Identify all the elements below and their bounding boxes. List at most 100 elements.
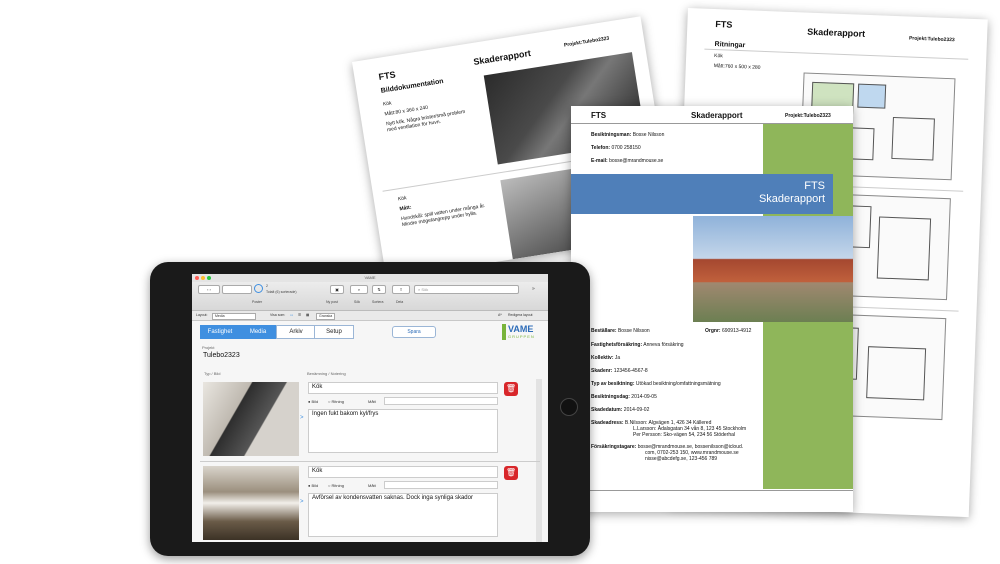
- room-name: Kök: [382, 100, 393, 108]
- minimize-dot[interactable]: [201, 276, 205, 280]
- inspector-value: Bosse Nilsson: [632, 132, 665, 138]
- layout-content: Fastighet Media Arkiv Setup Spara VAME G…: [192, 321, 548, 542]
- section-title: Ritningar: [714, 41, 746, 50]
- plan-room: [876, 216, 932, 281]
- size-field[interactable]: [384, 481, 498, 489]
- house-photo: [693, 216, 853, 322]
- name-field[interactable]: Kök: [308, 382, 498, 394]
- layout-bar: Layout: Media Visa som: ▭ ☰ ▦ Granska Aª…: [192, 311, 548, 321]
- tab-fastighet[interactable]: Fastighet: [200, 325, 240, 339]
- inspection-type-row: Typ av besiktning: Utökad besiktning/omf…: [591, 381, 721, 387]
- new-post-label: Ny post: [326, 300, 338, 304]
- orgnr-value: 690913-4912: [721, 328, 752, 334]
- company-name: FTS: [377, 69, 397, 82]
- room-name: Kök: [397, 195, 408, 203]
- chevron-right-icon[interactable]: >: [300, 499, 304, 505]
- inspection-type-value: Utökad besiktning/omfattningsmätning: [635, 381, 721, 387]
- orderer-value: Bosse Nilsson: [617, 328, 650, 334]
- table-view-icon[interactable]: ▦: [306, 311, 309, 320]
- save-button[interactable]: Spara: [392, 326, 436, 338]
- orderer-label: Beställare:: [591, 328, 617, 334]
- phone-label: Telefon:: [591, 145, 611, 151]
- note-field[interactable]: Ingen fukt bakom kyl/frys: [308, 409, 498, 453]
- zoom-dot[interactable]: [207, 276, 211, 280]
- project-field[interactable]: Tulebo2323: [200, 351, 300, 363]
- search-placeholder: Sök: [421, 287, 429, 292]
- record-slider[interactable]: [222, 285, 252, 294]
- radio-label: Ritning: [331, 483, 344, 488]
- tab-setup[interactable]: Setup: [314, 325, 354, 339]
- preview-button[interactable]: Granska: [316, 313, 336, 320]
- project-label: Projekt: [202, 345, 215, 350]
- vame-logo: VAME GRUPPEN: [502, 324, 542, 340]
- title-band: FTS Skaderapport: [571, 174, 833, 214]
- tab-arkiv[interactable]: Arkiv: [276, 325, 316, 339]
- search-icon[interactable]: ⌕: [350, 285, 368, 294]
- window-titlebar: VAME: [192, 274, 548, 282]
- chevron-right-icon[interactable]: »: [532, 286, 535, 292]
- back-forward-buttons[interactable]: ‹ ›: [198, 285, 220, 294]
- form-view-icon[interactable]: ▭: [290, 311, 293, 320]
- media-thumbnail[interactable]: [203, 466, 299, 540]
- tab-media[interactable]: Media: [238, 325, 278, 339]
- view-as-label: Visa som:: [270, 313, 286, 317]
- poster-label: Poster: [252, 300, 263, 304]
- column-header-name: Benämning / Notering: [307, 371, 346, 376]
- email-row: E-mail: bosse@mrandmouse.se: [591, 158, 663, 164]
- address-label: Skadeadress:: [591, 420, 624, 426]
- chevron-right-icon[interactable]: >: [300, 415, 304, 421]
- collective-label: Kollektiv:: [591, 355, 614, 361]
- share-icon[interactable]: ⇪: [392, 285, 410, 294]
- delete-button[interactable]: 🗑: [504, 466, 518, 480]
- claim-row: Skadenr: 123456-4567-8: [591, 368, 648, 374]
- plan-room: [857, 83, 887, 109]
- phone-value: 0700 258150: [611, 145, 641, 151]
- photo-note: Hundskål: spill vatten under många år. M…: [400, 202, 486, 229]
- claim-label: Skadenr:: [591, 368, 613, 374]
- claim-value: 123456-4567-8: [613, 368, 648, 374]
- room-name: Kök: [714, 53, 723, 60]
- new-record-icon[interactable]: ▣: [330, 285, 344, 294]
- text-size-icon[interactable]: Aª: [498, 311, 502, 320]
- size-field[interactable]: [384, 397, 498, 405]
- home-button[interactable]: [560, 398, 578, 416]
- plan-room: [891, 116, 935, 161]
- damage-date-label: Skadedatum:: [591, 407, 623, 413]
- room-size: Mått:: [399, 204, 412, 213]
- radio-image[interactable]: ● Bild: [308, 399, 318, 404]
- project-label: Projekt:Tulebo2323: [563, 35, 610, 49]
- damage-date-value: 2014-09-02: [623, 407, 650, 413]
- insurance-row: Fastighetsförsäkring: Anneva försäkring: [591, 342, 684, 348]
- orgnr-label: Orgnr:: [705, 328, 721, 334]
- company-name: FTS: [715, 19, 733, 30]
- note-field[interactable]: Avförsel av kondensvatten saknas. Dock i…: [308, 493, 498, 537]
- email-label: E-mail:: [591, 158, 608, 164]
- radio-image[interactable]: ● Bild: [308, 483, 318, 488]
- divider: [571, 490, 853, 491]
- record-total: Totalt (6) sorterade): [266, 290, 297, 294]
- address-line: Per Persson: Sko-vägen 54, 234 56 Stöder…: [633, 432, 736, 438]
- list-item: > Kök ● Bild ○ Ritning Mått Avförsel av …: [200, 463, 540, 542]
- list-view-icon[interactable]: ☰: [298, 311, 301, 320]
- insurance-label: Fastighetsförsäkring:: [591, 342, 643, 348]
- room-size: Mått:760 x 500 x 280: [713, 63, 761, 71]
- report-title: Skaderapport: [691, 111, 743, 120]
- radio-drawing[interactable]: ○ Ritning: [328, 399, 344, 404]
- contact-line: nisse@abcdefg.se, 123-456 789: [645, 456, 718, 462]
- inspector-row: Besiktningsman: Bosse Nilsson: [591, 132, 664, 138]
- delete-button[interactable]: 🗑: [504, 382, 518, 396]
- inspector-label: Besiktningsman:: [591, 132, 632, 138]
- media-thumbnail[interactable]: [203, 382, 299, 456]
- search-input[interactable]: ⌕ Sök: [414, 285, 519, 294]
- radio-drawing[interactable]: ○ Ritning: [328, 483, 344, 488]
- collective-value: Ja: [614, 355, 621, 361]
- name-field[interactable]: Kök: [308, 466, 498, 478]
- sort-icon[interactable]: ⇅: [372, 285, 386, 294]
- layout-select[interactable]: Media: [212, 313, 256, 320]
- edit-layout-button[interactable]: Redigera layout: [508, 311, 533, 320]
- close-dot[interactable]: [195, 276, 199, 280]
- logo-subtext: GRUPPEN: [508, 334, 535, 339]
- record-counter: 2: [266, 284, 268, 288]
- company-name: FTS: [591, 111, 607, 120]
- app-window: VAME ‹ › 2 Totalt (6) sorterade) Poster …: [192, 274, 548, 542]
